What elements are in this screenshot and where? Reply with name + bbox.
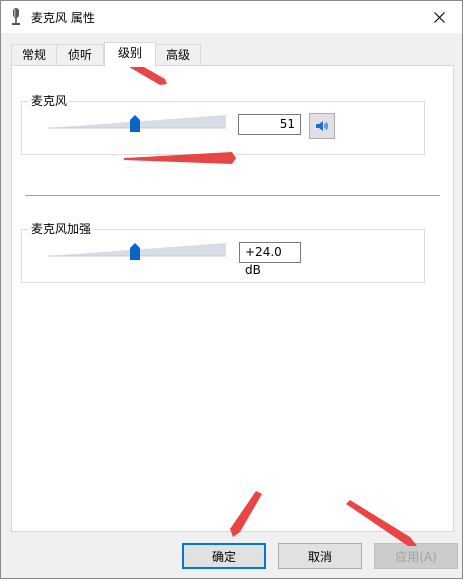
cancel-button[interactable]: 取消	[278, 543, 362, 569]
microphone-level-label: 麦克风	[29, 94, 70, 108]
slider-track	[48, 243, 226, 260]
slider-thumb[interactable]	[130, 115, 140, 132]
close-icon	[433, 11, 445, 23]
microphone-properties-dialog: 麦克风 属性 常规 侦听 级别 高级 麦克风 51 麦克风加强 +24.0 dB…	[0, 0, 463, 579]
mute-button[interactable]	[309, 113, 335, 139]
microphone-icon	[12, 8, 20, 25]
microphone-boost-label: 麦克风加强	[29, 222, 94, 236]
tab-advanced[interactable]: 高级	[155, 44, 201, 65]
microphone-boost-group: 麦克风加强 +24.0 dB	[21, 222, 425, 283]
speaker-icon	[316, 121, 328, 131]
microphone-level-value[interactable]: 51	[238, 114, 301, 135]
microphone-boost-slider[interactable]	[48, 240, 228, 264]
microphone-level-group: 麦克风 51	[21, 94, 425, 155]
window-title: 麦克风 属性	[31, 11, 95, 25]
apply-button[interactable]: 应用(A)	[374, 543, 458, 569]
tab-general[interactable]: 常规	[11, 44, 57, 65]
title-bar: 麦克风 属性	[1, 1, 462, 33]
microphone-boost-value: +24.0 dB	[239, 242, 301, 277]
levels-panel: 麦克风 51 麦克风加强 +24.0 dB	[11, 65, 454, 532]
ok-button[interactable]: 确定	[182, 543, 266, 569]
tab-listen[interactable]: 侦听	[56, 44, 104, 65]
tab-levels[interactable]: 级别	[104, 42, 156, 67]
microphone-level-slider[interactable]	[48, 112, 228, 136]
section-divider	[25, 195, 440, 196]
slider-thumb[interactable]	[130, 243, 140, 260]
slider-track	[48, 115, 226, 132]
close-button[interactable]	[416, 1, 462, 33]
